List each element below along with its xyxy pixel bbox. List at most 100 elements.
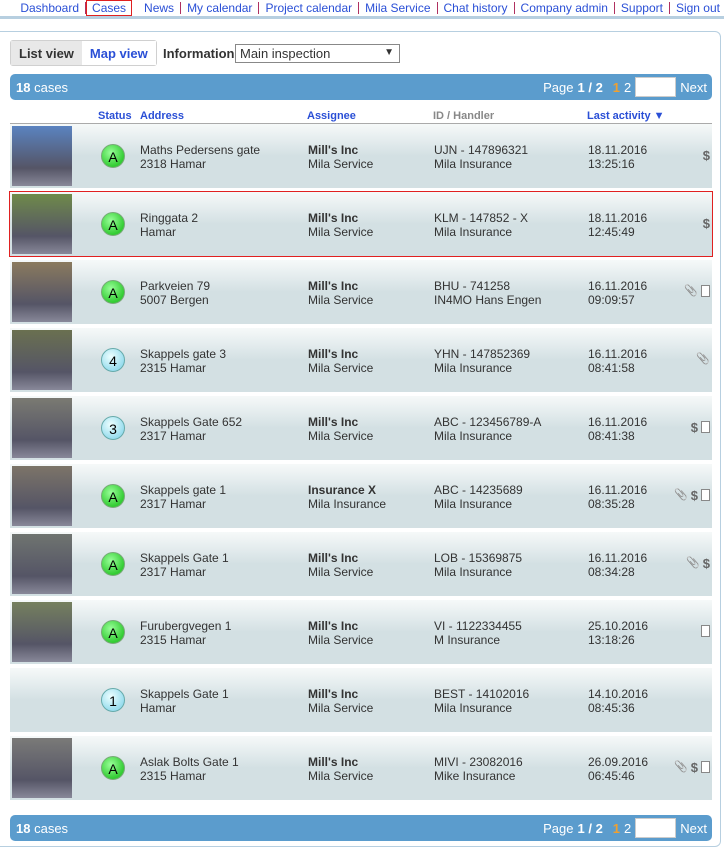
nav-cases[interactable]: Cases <box>86 0 133 16</box>
case-row[interactable]: A Parkveien 79 5007 Bergen Mill's Inc Mila… <box>10 260 712 324</box>
id-handler: ABC - 14235689 Mila Insurance <box>434 483 523 511</box>
nav-support[interactable]: Support <box>615 2 670 14</box>
information-select-value: Main inspection <box>240 46 331 61</box>
information-select[interactable]: Main inspection ▼ <box>235 44 400 63</box>
nav-mila-service[interactable]: Mila Service <box>359 2 438 14</box>
last-activity: 16.11.2016 09:09:57 <box>588 279 648 307</box>
list-view-button[interactable]: List view <box>11 41 82 65</box>
nav-news[interactable]: News <box>138 2 182 14</box>
address: Skappels Gate 1 Hamar <box>140 687 229 715</box>
id-handler: LOB - 15369875 Mila Insurance <box>434 551 523 579</box>
case-row[interactable]: A Skappels gate 1 2317 Hamar Insurance XM… <box>10 464 712 528</box>
case-thumbnail[interactable] <box>12 330 72 390</box>
document-icon[interactable] <box>701 761 710 773</box>
status-badge: 1 <box>101 688 125 712</box>
last-activity: 16.11.2016 08:34:28 <box>588 551 648 579</box>
document-icon[interactable] <box>701 489 710 501</box>
document-icon[interactable] <box>701 285 710 297</box>
header-address[interactable]: Address <box>140 110 184 122</box>
address: Parkveien 79 5007 Bergen <box>140 279 211 307</box>
nav-dashboard[interactable]: Dashboard <box>14 2 87 14</box>
last-activity: 16.11.2016 08:41:38 <box>588 415 648 443</box>
status-badge: A <box>101 280 125 304</box>
next-button[interactable]: Next <box>680 821 707 836</box>
row-icons <box>701 624 710 637</box>
document-icon[interactable] <box>701 625 710 637</box>
address: Skappels Gate 652 2317 Hamar <box>140 415 243 443</box>
id-handler: ABC - 123456789-A Mila Insurance <box>434 415 542 443</box>
last-activity: 25.10.2016 13:18:26 <box>588 619 649 647</box>
case-thumbnail[interactable] <box>12 466 72 526</box>
page-input[interactable] <box>635 77 677 97</box>
nav-my-calendar[interactable]: My calendar <box>181 2 260 14</box>
last-activity: 18.11.2016 13:25:16 <box>588 143 648 171</box>
case-thumbnail[interactable] <box>12 194 72 254</box>
dollar-icon[interactable]: $ <box>703 556 710 571</box>
nav-company-admin[interactable]: Company admin <box>515 2 615 14</box>
dollar-icon[interactable]: $ <box>703 148 710 163</box>
case-row[interactable]: A Aslak Bolts Gate 1 2315 Hamar Mill's In… <box>10 736 712 800</box>
page-2-link[interactable]: 2 <box>624 821 631 836</box>
case-thumbnail[interactable] <box>12 738 72 798</box>
id-handler: BHU - 741258 IN4MO Hans Engen <box>434 279 542 307</box>
id-handler: VI - 1122334455 M Insurance <box>434 619 522 647</box>
id-handler: YHN - 147852369 Mila Insurance <box>434 347 531 375</box>
row-icons: 📎 <box>684 284 710 297</box>
page-indicator: 1 / 2 <box>577 79 603 95</box>
pager: Page 1 / 2 12 Next <box>543 818 707 838</box>
id-handler: BEST - 14102016 Mila Insurance <box>434 687 530 715</box>
paperclip-icon[interactable]: 📎 <box>686 556 700 571</box>
case-row[interactable]: 4 Skappels gate 3 2315 Hamar Mill's Inc Mi… <box>10 328 712 392</box>
page-label: Page <box>543 79 574 95</box>
row-icons: 📎 $ <box>674 488 710 503</box>
id-handler: UJN - 147896321 Mila Insurance <box>434 143 529 171</box>
case-row[interactable]: 1 Skappels Gate 1 Hamar Mill's Inc Mila Se… <box>10 668 712 732</box>
header-assignee[interactable]: Assignee <box>307 110 356 122</box>
document-icon[interactable] <box>701 421 710 433</box>
address: Maths Pedersens gate 2318 Hamar <box>140 143 261 171</box>
dollar-icon[interactable]: $ <box>691 488 698 503</box>
page-2-link[interactable]: 2 <box>624 80 631 95</box>
id-handler: KLM - 147852 - X Mila Insurance <box>434 211 529 239</box>
case-row[interactable]: A Ringgata 2 Hamar Mill's Inc Mila Service… <box>9 191 713 257</box>
assignee: Mill's Inc Mila Service <box>308 687 374 715</box>
paperclip-icon[interactable]: 📎 <box>674 488 688 503</box>
case-thumbnail[interactable] <box>12 534 72 594</box>
case-row[interactable]: A Maths Pedersens gate 2318 Hamar Mill's … <box>10 124 712 188</box>
status-badge: A <box>101 552 125 576</box>
assignee: Mill's Inc Mila Service <box>308 755 374 783</box>
last-activity: 14.10.2016 08:45:36 <box>588 687 649 715</box>
case-thumbnail[interactable] <box>12 602 72 662</box>
header-last-activity[interactable]: Last activity ▼ <box>587 110 665 122</box>
dollar-icon[interactable]: $ <box>691 420 698 435</box>
page-1-link[interactable]: 1 <box>613 821 620 836</box>
page-label: Page <box>543 820 574 836</box>
paperclip-icon[interactable]: 📎 <box>684 284 698 297</box>
case-row[interactable]: A Skappels Gate 1 2317 Hamar Mill's Inc Mi… <box>10 532 712 596</box>
header-status[interactable]: Status <box>98 110 132 122</box>
case-count: 18 cases <box>16 80 69 95</box>
nav-project-calendar[interactable]: Project calendar <box>259 2 360 14</box>
dollar-icon[interactable]: $ <box>703 216 710 231</box>
next-button[interactable]: Next <box>680 80 707 95</box>
last-activity: 18.11.2016 12:45:49 <box>588 211 648 239</box>
nav-sign-out[interactable]: Sign out <box>670 2 720 14</box>
map-view-button[interactable]: Map view <box>81 41 156 65</box>
assignee: Mill's Inc Mila Service <box>308 211 374 239</box>
table-header: Status Address Assignee ID / Handler Las… <box>10 110 712 124</box>
paperclip-icon[interactable]: 📎 <box>696 352 710 365</box>
status-badge: A <box>101 484 125 508</box>
paperclip-icon[interactable]: 📎 <box>674 760 688 775</box>
assignee: Mill's Inc Mila Service <box>308 551 374 579</box>
case-thumbnail[interactable] <box>12 126 72 186</box>
last-activity: 16.11.2016 08:41:58 <box>588 347 648 375</box>
page-1-link[interactable]: 1 <box>613 80 620 95</box>
case-row[interactable]: 3 Skappels Gate 652 2317 Hamar Mill's Inc… <box>10 396 712 460</box>
case-thumbnail[interactable] <box>12 262 72 322</box>
case-thumbnail[interactable] <box>12 398 72 458</box>
case-row[interactable]: A Furubergvegen 1 2315 Hamar Mill's Inc Mi… <box>10 600 712 664</box>
dollar-icon[interactable]: $ <box>691 760 698 775</box>
nav-chat-history[interactable]: Chat history <box>438 2 515 14</box>
page-input[interactable] <box>635 818 677 838</box>
dropdown-arrow-icon: ▼ <box>384 47 394 58</box>
